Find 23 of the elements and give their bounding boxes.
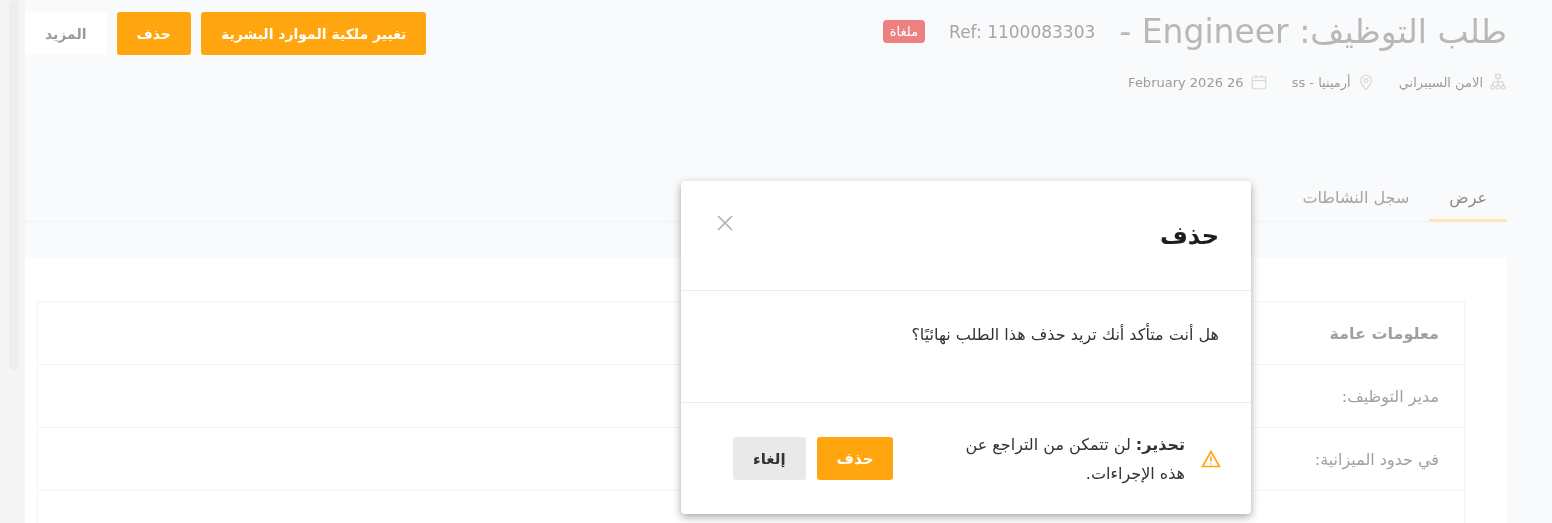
action-button[interactable]: المزيد (25, 12, 107, 55)
dialog-title: حذف (1159, 221, 1219, 250)
dialog-message: هل أنت متأكد أنك تريد حذف هذا الطلب نهائيًا؟ (910, 323, 1219, 347)
close-button[interactable] (716, 214, 734, 232)
dialog-button[interactable]: إلغاء (733, 437, 806, 480)
meta-text: 26 February 2026 (1128, 74, 1244, 90)
warning-icon (1201, 449, 1221, 468)
hierarchy-icon (1489, 73, 1507, 91)
dialog-button[interactable]: حذف (816, 437, 894, 480)
calendar-icon (1249, 73, 1268, 91)
action-button[interactable]: حذف (116, 12, 191, 55)
warning-text: تحذير: لن تتمكن من التراجع عن هذه الإجراءات. (964, 433, 1185, 486)
page-title: طلب التوظيف: Engineer - (1119, 12, 1507, 51)
status-badge: ملغاة (882, 20, 926, 43)
field-label: مدير التوظيف: (1341, 386, 1439, 406)
meta-text: أرمينيا - ss (1291, 74, 1351, 90)
tab[interactable]: عرض (1429, 175, 1507, 222)
meta-text: الامن السيبراني (1398, 74, 1483, 90)
field-label: في حدود الميزانية: (1314, 449, 1439, 469)
card-title: معلومات عامة (1329, 323, 1439, 343)
tab[interactable]: سجل النشاطات (1282, 175, 1430, 222)
reference-number: Ref: 1100083303 (949, 21, 1096, 42)
action-button[interactable]: تغيير ملكية الموارد البشرية (200, 12, 427, 55)
